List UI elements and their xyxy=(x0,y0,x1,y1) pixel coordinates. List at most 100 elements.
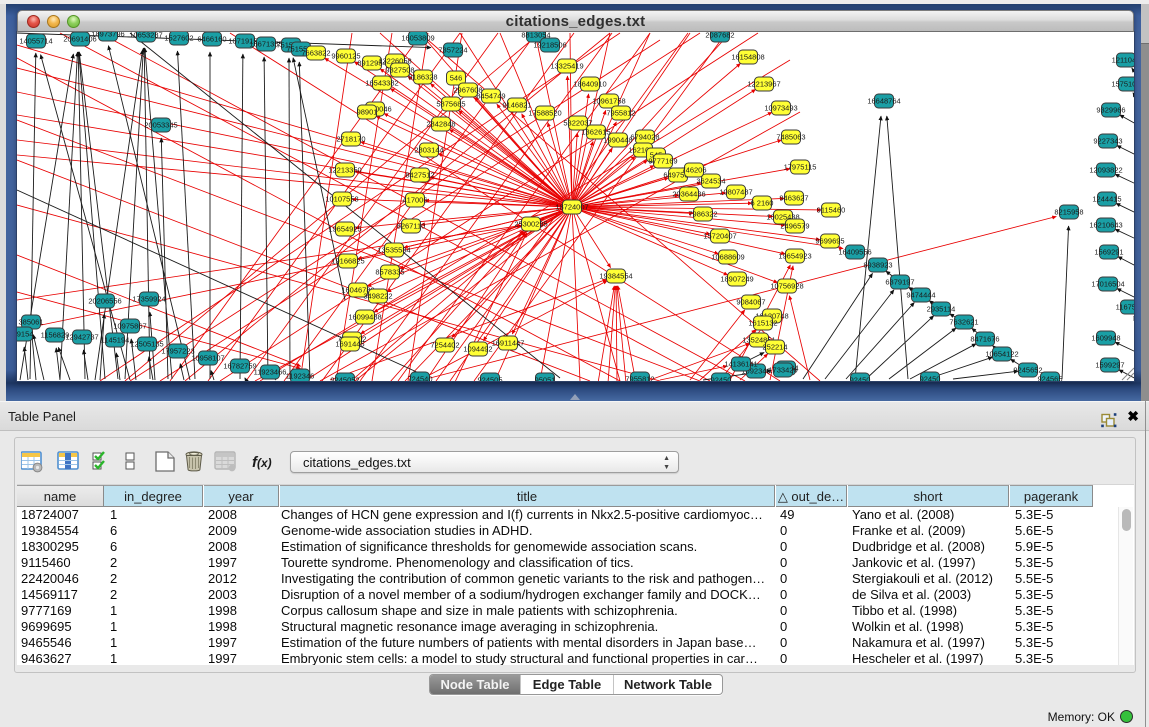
svg-text:6379197: 6379197 xyxy=(885,278,914,287)
svg-text:17359924: 17359924 xyxy=(132,295,165,304)
svg-text:95051: 95051 xyxy=(535,376,556,381)
svg-text:9463627: 9463627 xyxy=(779,194,808,203)
svg-text:39154: 39154 xyxy=(17,330,33,339)
svg-text:1615132: 1615132 xyxy=(748,319,777,328)
svg-text:8215958: 8215958 xyxy=(1054,208,1083,217)
svg-text:1244415: 1244415 xyxy=(1092,195,1121,204)
svg-text:16543382: 16543382 xyxy=(365,79,398,88)
svg-text:17957223: 17957223 xyxy=(161,347,194,356)
svg-text:6 2160: 6 2160 xyxy=(751,199,774,208)
svg-text:1599297: 1599297 xyxy=(1095,361,1124,370)
svg-text:14136141: 14136141 xyxy=(724,360,757,369)
svg-text:8267110: 8267110 xyxy=(397,222,426,231)
svg-text:7986322: 7986322 xyxy=(688,210,717,219)
svg-text:12213967: 12213967 xyxy=(747,80,780,89)
svg-text:16154808: 16154808 xyxy=(731,53,764,62)
svg-text:5875685: 5875685 xyxy=(436,100,465,109)
svg-text:13325419: 13325419 xyxy=(550,62,583,71)
svg-text:19166825: 19166825 xyxy=(331,257,364,266)
svg-text:9115460: 9115460 xyxy=(817,206,846,215)
svg-text:10688609: 10688609 xyxy=(711,253,744,262)
svg-text:25300295: 25300295 xyxy=(514,220,547,229)
svg-text:98901: 98901 xyxy=(357,108,378,117)
svg-text:1990448: 1990448 xyxy=(603,136,632,145)
svg-text:1167533: 1167533 xyxy=(1116,303,1134,312)
svg-text:16053809: 16053809 xyxy=(401,34,434,43)
svg-text:17588520: 17588520 xyxy=(528,109,561,118)
svg-text:1527602: 1527602 xyxy=(164,34,193,43)
svg-text:10973493: 10973493 xyxy=(764,104,797,113)
svg-text:7254402: 7254402 xyxy=(430,341,459,350)
svg-text:7663822: 7663822 xyxy=(301,49,330,58)
svg-text:20206556: 20206556 xyxy=(88,297,121,306)
svg-text:15720407: 15720407 xyxy=(703,232,736,241)
svg-text:16648764: 16648764 xyxy=(867,97,900,106)
svg-text:724540: 724540 xyxy=(407,375,432,381)
svg-text:7632621: 7632621 xyxy=(949,318,978,327)
svg-text:16409556: 16409556 xyxy=(838,248,871,257)
svg-text:92450: 92450 xyxy=(850,376,871,381)
svg-text:16099488: 16099488 xyxy=(348,313,381,322)
svg-text:20053345: 20053345 xyxy=(144,121,177,130)
svg-text:(x): (x) xyxy=(257,456,272,470)
svg-text:14055714: 14055714 xyxy=(19,37,52,46)
svg-text:1145194: 1145194 xyxy=(101,336,130,345)
svg-text:252214: 252214 xyxy=(762,343,787,352)
svg-text:9777169: 9777169 xyxy=(648,157,677,166)
svg-text:10107553: 10107553 xyxy=(325,195,358,204)
svg-text:10653287: 10653287 xyxy=(129,32,162,40)
svg-text:746206: 746206 xyxy=(681,166,706,175)
svg-text:16210643: 16210643 xyxy=(1089,221,1122,230)
svg-text:1733426: 1733426 xyxy=(768,366,797,375)
svg-text:19384554: 19384554 xyxy=(599,272,632,281)
svg-text:20364436: 20364436 xyxy=(672,190,705,199)
svg-text:92450: 92450 xyxy=(920,375,941,381)
svg-text:924505: 924505 xyxy=(477,376,502,381)
svg-text:385061: 385061 xyxy=(18,318,43,327)
svg-text:18640910: 18640910 xyxy=(573,80,606,89)
svg-text:12505135: 12505135 xyxy=(130,340,163,349)
svg-text:3498222: 3498222 xyxy=(363,292,392,301)
svg-text:18907249: 18907249 xyxy=(720,275,753,284)
svg-text:546: 546 xyxy=(450,74,463,83)
svg-text:10961758: 10961758 xyxy=(592,97,625,106)
svg-text:11923466: 11923466 xyxy=(254,368,287,377)
svg-text:924565: 924565 xyxy=(1037,375,1062,381)
svg-text:9245052: 9245052 xyxy=(330,376,359,381)
svg-text:9960125: 9960125 xyxy=(331,52,360,61)
svg-text:8578335: 8578335 xyxy=(375,268,404,277)
svg-text:2496579: 2496579 xyxy=(780,222,809,231)
svg-text:2935114: 2935114 xyxy=(927,305,956,314)
svg-text:1609948: 1609948 xyxy=(1091,334,1120,343)
svg-text:12942737: 12942737 xyxy=(65,333,98,342)
svg-text:2842848: 2842848 xyxy=(426,120,455,129)
svg-text:2718170: 2718170 xyxy=(336,135,365,144)
svg-text:8427512: 8427512 xyxy=(405,171,434,180)
svg-text:7357224: 7357224 xyxy=(438,46,467,55)
svg-text:8471676: 8471676 xyxy=(970,335,999,344)
svg-text:18724007: 18724007 xyxy=(555,203,588,212)
svg-text:13535584: 13535584 xyxy=(377,246,410,255)
svg-text:8186328: 8186328 xyxy=(408,73,437,82)
svg-text:1094492: 1094492 xyxy=(463,345,492,354)
svg-text:10807487: 10807487 xyxy=(719,188,752,197)
svg-text:10958107: 10958107 xyxy=(191,354,224,363)
svg-text:18973796: 18973796 xyxy=(91,32,124,39)
svg-text:10756928: 10756928 xyxy=(770,282,803,291)
svg-text:19218506: 19218506 xyxy=(533,41,566,50)
svg-text:9245652: 9245652 xyxy=(1013,366,1042,375)
svg-text:17016504: 17016504 xyxy=(1091,280,1124,289)
svg-text:12213350: 12213350 xyxy=(328,166,361,175)
svg-text:17975115: 17975115 xyxy=(784,163,817,172)
svg-text:7485063: 7485063 xyxy=(776,133,805,142)
svg-text:6794028: 6794028 xyxy=(630,133,659,142)
svg-text:10975867: 10975867 xyxy=(113,322,146,331)
svg-text:9329966: 9329966 xyxy=(1096,106,1125,115)
svg-text:417006: 417006 xyxy=(402,196,427,205)
svg-text:1569291: 1569291 xyxy=(1094,248,1123,257)
svg-text:9146821: 9146821 xyxy=(502,101,531,110)
svg-text:19654925: 19654925 xyxy=(328,225,361,234)
svg-text:1691445: 1691445 xyxy=(335,340,364,349)
svg-text:12093822: 12093822 xyxy=(1089,166,1122,175)
svg-text:19654923: 19654923 xyxy=(778,252,811,261)
